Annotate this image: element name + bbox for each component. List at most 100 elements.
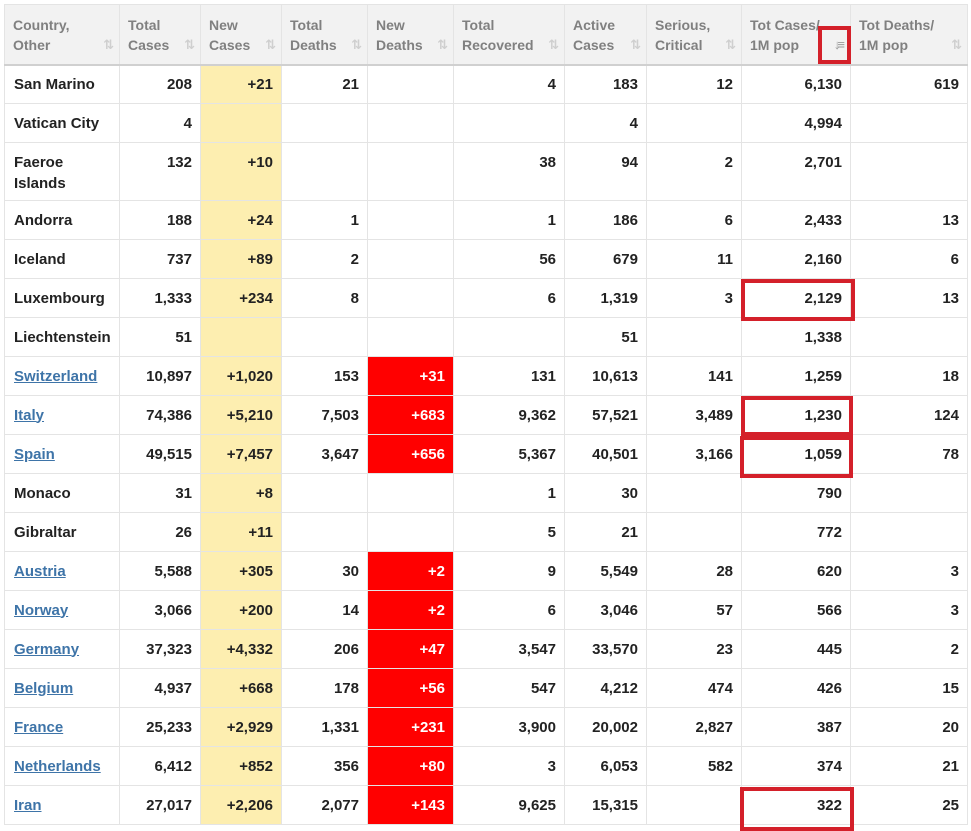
country-link[interactable]: Austria xyxy=(14,563,66,580)
country-link[interactable]: Switzerland xyxy=(14,368,97,385)
country-link[interactable]: Netherlands xyxy=(14,758,101,775)
total-cases-cell: 4,937 xyxy=(119,668,201,708)
total-recovered-cell xyxy=(453,103,565,143)
column-header-cases-per-1m[interactable]: Tot Cases/1M pop ↓≡ xyxy=(741,4,851,66)
sort-icon[interactable]: ⇅ xyxy=(548,35,559,55)
serious-cell: 2 xyxy=(646,142,742,201)
new-deaths-cell xyxy=(367,103,454,143)
sort-icon[interactable]: ⇅ xyxy=(103,35,114,55)
active-cases-cell: 4,212 xyxy=(564,668,647,708)
new-cases-cell: +5,210 xyxy=(200,395,282,435)
cases-per-1m-cell: 6,130 xyxy=(741,64,851,104)
country-cell[interactable]: Iran xyxy=(4,785,120,825)
total-cases-cell: 737 xyxy=(119,239,201,279)
sort-icon[interactable]: ⇅ xyxy=(725,35,736,55)
total-cases-cell: 37,323 xyxy=(119,629,201,669)
new-cases-cell: +852 xyxy=(200,746,282,786)
country-cell[interactable]: Norway xyxy=(4,590,120,630)
total-cases-cell: 4 xyxy=(119,103,201,143)
header-label: Cases xyxy=(209,37,251,53)
total-cases-cell: 31 xyxy=(119,473,201,513)
column-header-serious-critical[interactable]: Serious, Critical ⇅ xyxy=(646,4,742,66)
country-link[interactable]: Norway xyxy=(14,602,68,619)
sort-icon[interactable]: ⇅ xyxy=(351,35,362,55)
deaths-per-1m-cell: 13 xyxy=(850,278,968,318)
table-row: Netherlands 6,412 +852 356 +80 3 6,053 582 374 21 xyxy=(4,746,968,786)
country-cell[interactable]: Germany xyxy=(4,629,120,669)
new-cases-cell: +200 xyxy=(200,590,282,630)
total-recovered-cell: 9,362 xyxy=(453,395,565,435)
header-label: Tot Deaths/ xyxy=(859,17,935,33)
country-cell[interactable]: Belgium xyxy=(4,668,120,708)
column-header-deaths-per-1m[interactable]: Tot Deaths/1M pop ⇅ xyxy=(850,4,968,66)
country-cell[interactable]: France xyxy=(4,707,120,747)
column-header-new-deaths[interactable]: New Deaths ⇅ xyxy=(367,4,454,66)
total-deaths-cell xyxy=(281,512,368,552)
new-deaths-cell: +683 xyxy=(367,395,454,435)
country-link[interactable]: Germany xyxy=(14,641,79,658)
total-cases-cell: 3,066 xyxy=(119,590,201,630)
country-cell[interactable]: Austria xyxy=(4,551,120,591)
column-header-active-cases[interactable]: Active Cases ⇅ xyxy=(564,4,647,66)
deaths-per-1m-cell: 20 xyxy=(850,707,968,747)
total-recovered-cell: 5,367 xyxy=(453,434,565,474)
country-link[interactable]: Belgium xyxy=(14,680,73,697)
total-recovered-cell: 56 xyxy=(453,239,565,279)
total-recovered-cell: 3 xyxy=(453,746,565,786)
serious-cell: 3,166 xyxy=(646,434,742,474)
country-link[interactable]: Spain xyxy=(14,446,55,463)
active-cases-cell: 186 xyxy=(564,200,647,240)
total-deaths-cell: 356 xyxy=(281,746,368,786)
active-cases-cell: 57,521 xyxy=(564,395,647,435)
new-deaths-cell xyxy=(367,239,454,279)
country-link[interactable]: France xyxy=(14,719,63,736)
new-cases-cell: +10 xyxy=(200,142,282,201)
sort-desc-icon[interactable]: ↓≡ xyxy=(834,35,845,55)
new-cases-cell: +7,457 xyxy=(200,434,282,474)
total-cases-cell: 51 xyxy=(119,317,201,357)
new-cases-cell: +234 xyxy=(200,278,282,318)
table-body: San Marino 208 +21 21 4 183 12 6,130 619 Vatican … xyxy=(4,64,968,825)
country-cell[interactable]: Italy xyxy=(4,395,120,435)
cases-per-1m-cell: 1,259 xyxy=(741,356,851,396)
deaths-per-1m-cell: 21 xyxy=(850,746,968,786)
column-header-total-recovered[interactable]: Total Recovered ⇅ xyxy=(453,4,565,66)
column-header-total-deaths[interactable]: Total Deaths ⇅ xyxy=(281,4,368,66)
new-deaths-cell: +656 xyxy=(367,434,454,474)
country-cell[interactable]: Netherlands xyxy=(4,746,120,786)
country-cell[interactable]: Spain xyxy=(4,434,120,474)
sort-icon[interactable]: ⇅ xyxy=(184,35,195,55)
cases-per-1m-cell: 4,994 xyxy=(741,103,851,143)
new-cases-cell: +8 xyxy=(200,473,282,513)
cases-per-1m-cell: 322 xyxy=(741,785,851,825)
country-name: Andorra xyxy=(14,211,73,229)
total-cases-cell: 26 xyxy=(119,512,201,552)
sort-icon[interactable]: ⇅ xyxy=(951,35,962,55)
country-cell: Iceland xyxy=(4,239,120,279)
sort-icon[interactable]: ⇅ xyxy=(437,35,448,55)
country-link[interactable]: Iran xyxy=(14,797,42,814)
active-cases-cell: 40,501 xyxy=(564,434,647,474)
sort-icon[interactable]: ⇅ xyxy=(630,35,641,55)
cases-per-1m-cell: 566 xyxy=(741,590,851,630)
sort-icon[interactable]: ⇅ xyxy=(265,35,276,55)
cases-per-1m-cell: 2,701 xyxy=(741,142,851,201)
table-row: Austria 5,588 +305 30 +2 9 5,549 28 620 3 xyxy=(4,551,968,591)
new-deaths-cell: +231 xyxy=(367,707,454,747)
table-row: Spain 49,515 +7,457 3,647 +656 5,367 40,501 3,1… xyxy=(4,434,968,474)
country-link[interactable]: Italy xyxy=(14,407,44,424)
column-header-new-cases[interactable]: New Cases ⇅ xyxy=(200,4,282,66)
cases-per-1m-cell: 2,160 xyxy=(741,239,851,279)
total-deaths-cell: 1 xyxy=(281,200,368,240)
serious-cell: 3,489 xyxy=(646,395,742,435)
header-label: Recovered xyxy=(462,37,534,53)
active-cases-cell: 679 xyxy=(564,239,647,279)
column-header-country[interactable]: Country, Other ⇅ xyxy=(4,4,120,66)
total-cases-cell: 1,333 xyxy=(119,278,201,318)
country-cell[interactable]: Switzerland xyxy=(4,356,120,396)
serious-cell: 23 xyxy=(646,629,742,669)
country-cell: Luxembourg xyxy=(4,278,120,318)
column-header-total-cases[interactable]: Total Cases ⇅ xyxy=(119,4,201,66)
total-recovered-cell: 3,547 xyxy=(453,629,565,669)
header-label: Total xyxy=(128,17,161,33)
